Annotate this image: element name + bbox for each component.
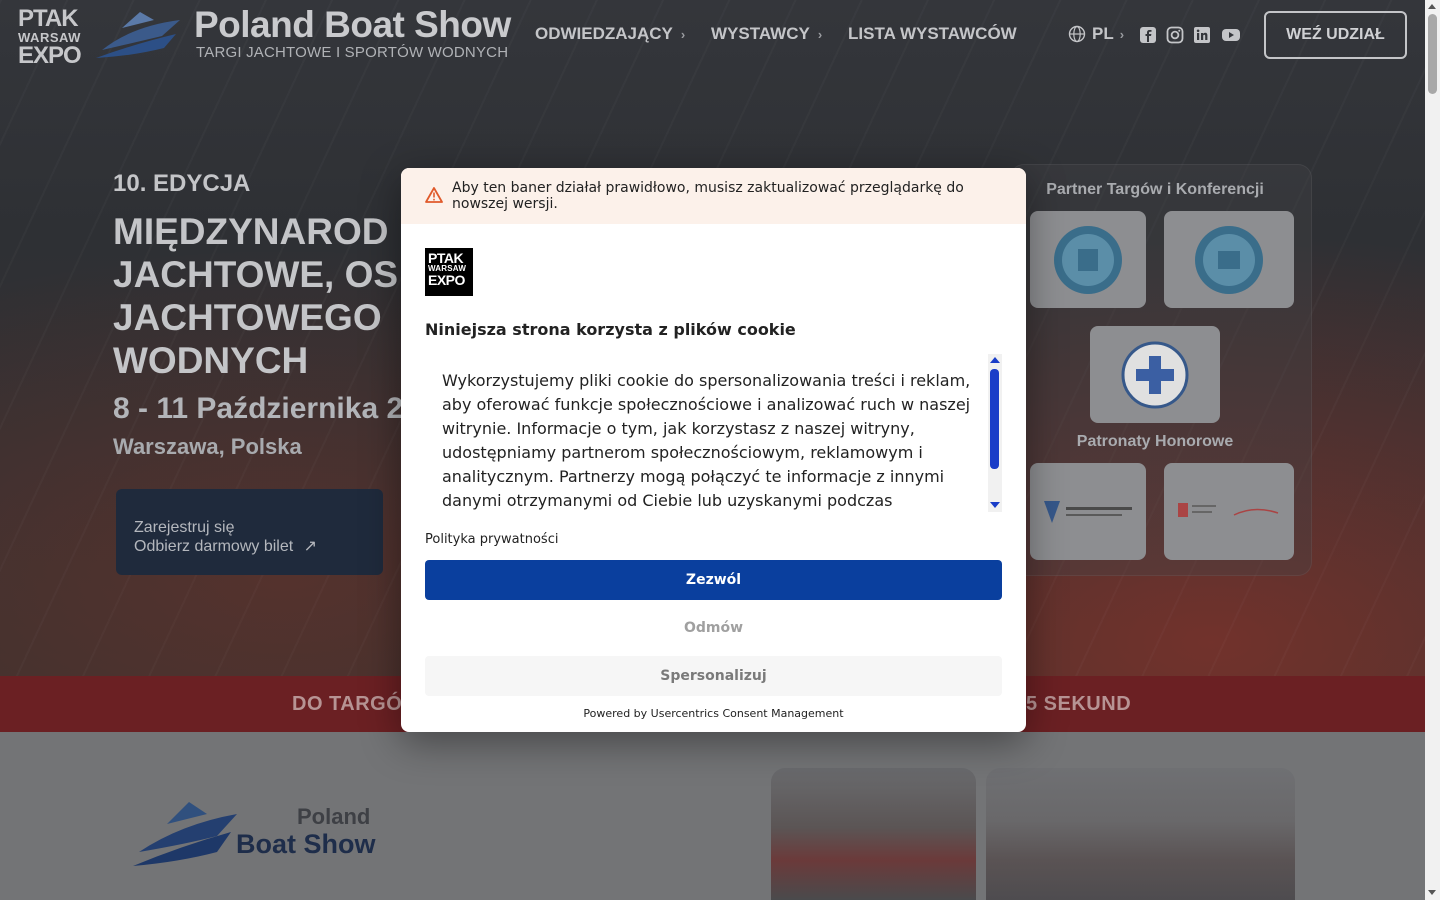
chevron-right-icon: › bbox=[1119, 26, 1125, 42]
scrollbar-thumb[interactable] bbox=[1428, 14, 1437, 94]
ptak-expo-logo[interactable]: PTAK WARSAW EXPO bbox=[18, 7, 82, 68]
scrollbar-thumb[interactable] bbox=[990, 369, 999, 469]
privacy-policy-link[interactable]: Polityka prywatności bbox=[425, 532, 558, 547]
browser-warning-banner: Aby ten baner działał prawidłowo, musisz… bbox=[401, 168, 1026, 224]
site-title[interactable]: Poland Boat Show bbox=[194, 4, 511, 46]
site-subtitle: TARGI JACHTOWE I SPORTÓW WODNYCH bbox=[196, 44, 509, 61]
linkedin-icon[interactable] bbox=[1193, 26, 1211, 44]
site-header: PTAK WARSAW EXPO Poland Boat Show TARGI … bbox=[0, 0, 1425, 70]
scroll-down-icon[interactable] bbox=[990, 502, 1000, 508]
ptak-expo-logo: PTAK WARSAW EXPO bbox=[425, 248, 473, 296]
powered-by-text: Powered by Usercentrics Consent Manageme… bbox=[583, 707, 844, 720]
customize-button[interactable]: Spersonalizuj bbox=[425, 656, 1002, 696]
allow-button[interactable]: Zezwól bbox=[425, 560, 1002, 600]
chevron-right-icon: › bbox=[680, 26, 686, 42]
page-scrollbar[interactable] bbox=[1425, 0, 1440, 900]
scroll-up-icon[interactable] bbox=[990, 357, 1000, 363]
language-switcher[interactable]: PL › bbox=[1068, 24, 1124, 44]
cookie-title: Niniejsza strona korzysta z plików cooki… bbox=[425, 320, 796, 339]
cookie-consent-dialog: Aby ten baner działał prawidłowo, musisz… bbox=[401, 168, 1026, 732]
youtube-icon[interactable] bbox=[1221, 26, 1241, 44]
chevron-right-icon: › bbox=[817, 26, 823, 42]
cookie-description: Wykorzystujemy pliki cookie do spersonal… bbox=[442, 371, 971, 510]
take-part-button[interactable]: WEŹ UDZIAŁ bbox=[1264, 11, 1407, 59]
nav-lista-wystawcow[interactable]: LISTA WYSTAWCÓW bbox=[848, 24, 1017, 44]
cookie-text-scrollbar[interactable] bbox=[988, 354, 1002, 512]
globe-icon bbox=[1068, 25, 1086, 43]
browser-warning-text: Aby ten baner działał prawidłowo, musisz… bbox=[452, 180, 964, 212]
boat-logo-icon[interactable] bbox=[92, 6, 184, 64]
scroll-down-icon[interactable] bbox=[1428, 890, 1436, 895]
scroll-up-icon[interactable] bbox=[1428, 4, 1436, 9]
instagram-icon[interactable] bbox=[1166, 26, 1184, 44]
warning-icon bbox=[425, 187, 443, 203]
nav-wystawcy[interactable]: WYSTAWCY › bbox=[711, 24, 822, 44]
nav-odwiedzajacy[interactable]: ODWIEDZAJĄCY › bbox=[535, 24, 685, 44]
facebook-icon[interactable] bbox=[1139, 26, 1157, 44]
deny-button[interactable]: Odmów bbox=[425, 608, 1002, 648]
